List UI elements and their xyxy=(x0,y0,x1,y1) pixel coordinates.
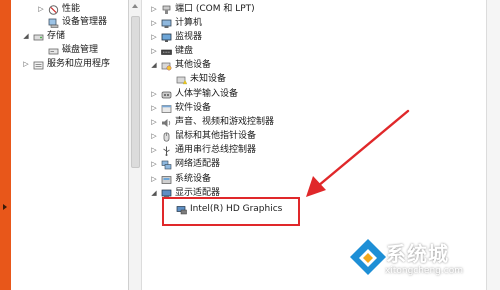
watermark-name: 系统城 xyxy=(386,242,449,266)
device-tree-scrollbar[interactable] xyxy=(486,0,500,290)
logo-mark-icon xyxy=(350,239,386,275)
watermark-url: xitongcheng.com xyxy=(385,266,463,276)
